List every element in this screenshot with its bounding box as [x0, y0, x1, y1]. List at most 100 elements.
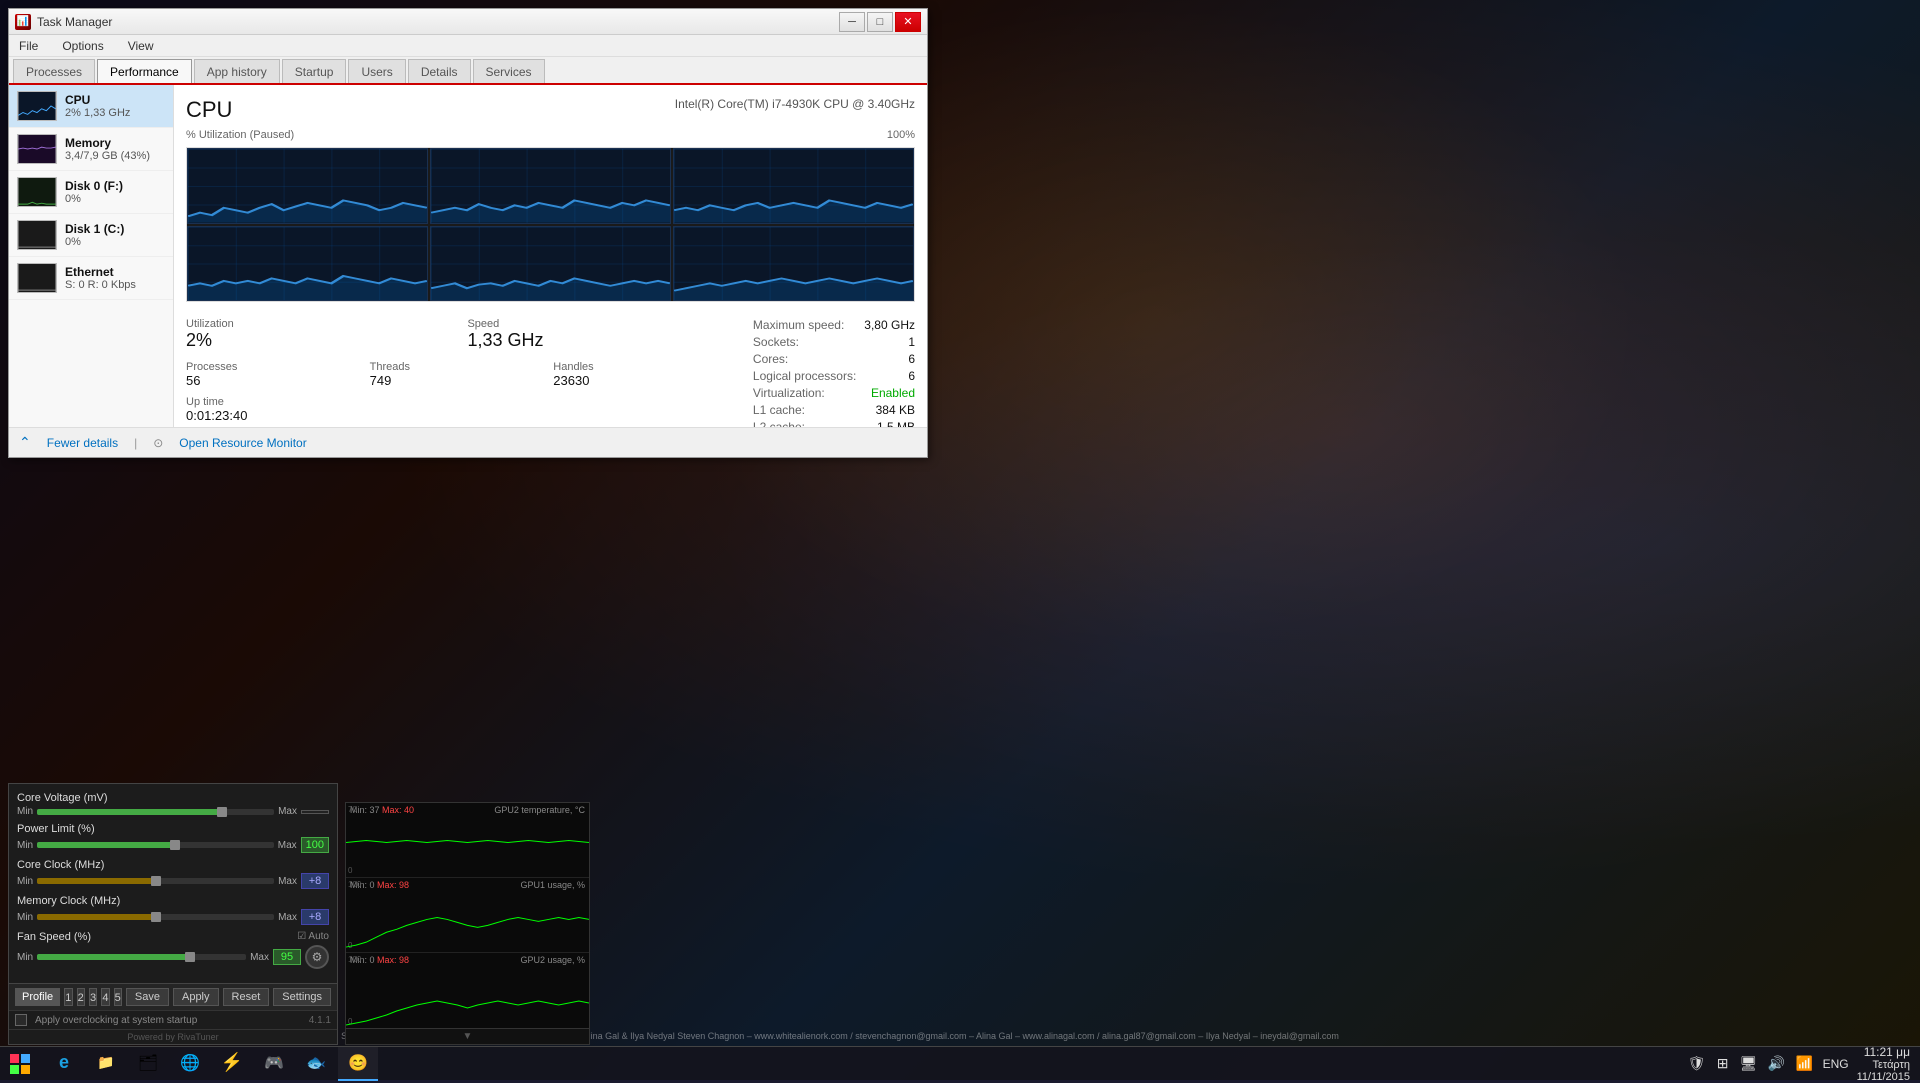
core-voltage-thumb[interactable]: [217, 807, 227, 817]
maximize-button[interactable]: □: [867, 12, 893, 32]
tab-details[interactable]: Details: [408, 59, 471, 83]
disk0-label: Disk 0 (F:): [65, 179, 165, 193]
monitor-scrollbar[interactable]: ▼: [346, 1028, 589, 1044]
core-clock-row: Core Clock (MHz) Min Max +8: [17, 859, 329, 889]
profile-3[interactable]: 3: [89, 988, 97, 1006]
tab-performance[interactable]: Performance: [97, 59, 192, 83]
gpu1-usage-graph: GPU1 usage, % Min: 0 Max: 98 100 0: [346, 878, 589, 953]
profile-4[interactable]: 4: [101, 988, 109, 1006]
task-manager-window: 📊 Task Manager ─ □ ✕ File Options View P…: [8, 8, 928, 458]
cpu-header: CPU Intel(R) Core(TM) i7-4930K CPU @ 3.4…: [186, 97, 915, 123]
sidebar: CPU 2% 1,33 GHz Memory 3,4/7,9 GB (43%): [9, 85, 174, 427]
cpu-graphs: [186, 147, 915, 302]
taskbar-clock[interactable]: 11:21 μμ Τετάρτη 11/11/2015: [1857, 1045, 1910, 1083]
logical-label: Logical processors:: [753, 369, 856, 383]
sidebar-item-disk0[interactable]: Disk 0 (F:) 0%: [9, 171, 173, 214]
start-button[interactable]: [0, 1047, 40, 1081]
cpu-graph-core3: [673, 148, 914, 224]
ethernet-mini-graph: [17, 263, 57, 293]
l1-row: L1 cache: 384 KB: [753, 403, 915, 417]
tray-network-status[interactable]: 📶: [1795, 1054, 1815, 1074]
fan-speed-thumb[interactable]: [185, 952, 195, 962]
powered-by: Powered by RivaTuner: [9, 1029, 337, 1044]
fewer-details-link[interactable]: Fewer details: [47, 436, 118, 450]
taskbar-chrome[interactable]: 🌐: [170, 1047, 210, 1081]
language-indicator[interactable]: ENG: [1823, 1057, 1849, 1071]
power-limit-row: Power Limit (%) Min Max 100: [17, 823, 329, 853]
menu-view[interactable]: View: [124, 38, 158, 54]
sockets-value: 1: [908, 335, 915, 349]
taskbar-lightning[interactable]: ⚡: [212, 1047, 252, 1081]
taskbar-network[interactable]: 🎮: [254, 1047, 294, 1081]
disk1-label: Disk 1 (C:): [65, 222, 165, 236]
tab-processes[interactable]: Processes: [13, 59, 95, 83]
disk1-info: Disk 1 (C:) 0%: [65, 222, 165, 248]
startup-checkbox[interactable]: [15, 1014, 27, 1026]
l1-value: 384 KB: [876, 403, 915, 417]
taskbar-game[interactable]: 🐟: [296, 1047, 336, 1081]
fan-speed-bar[interactable]: [37, 954, 246, 960]
tab-startup[interactable]: Startup: [282, 59, 347, 83]
profile-2[interactable]: 2: [77, 988, 85, 1006]
threads-value: 749: [370, 373, 550, 388]
power-limit-thumb[interactable]: [170, 840, 180, 850]
tray-monitor[interactable]: 🖥: [1739, 1054, 1759, 1074]
sidebar-item-ethernet[interactable]: Ethernet S: 0 R: 0 Kbps: [9, 257, 173, 300]
core-clock-fill: [37, 878, 160, 884]
handles-value: 23630: [553, 373, 733, 388]
tray-windows[interactable]: ⊞: [1713, 1054, 1733, 1074]
taskbar-app8[interactable]: 😊: [338, 1047, 378, 1081]
sidebar-item-disk1[interactable]: Disk 1 (C:) 0%: [9, 214, 173, 257]
memory-clock-thumb[interactable]: [151, 912, 161, 922]
memory-clock-bar[interactable]: [37, 914, 274, 920]
core-clock-bar[interactable]: [37, 878, 274, 884]
l2-row: L2 cache: 1,5 MB: [753, 420, 915, 427]
max-speed-label: Maximum speed:: [753, 318, 844, 332]
memory-clock-max: Max: [278, 912, 297, 923]
tray-sound[interactable]: 🔊: [1767, 1054, 1787, 1074]
taskbar-ie[interactable]: e: [44, 1047, 84, 1081]
core-voltage-value: [301, 810, 329, 814]
tray-antivirus[interactable]: 🛡: [1687, 1054, 1707, 1074]
tab-users[interactable]: Users: [348, 59, 405, 83]
power-limit-bar[interactable]: [37, 842, 274, 848]
core-clock-thumb[interactable]: [151, 876, 161, 886]
virtualization-value: Enabled: [871, 386, 915, 400]
lightning-icon: ⚡: [220, 1051, 244, 1075]
close-button[interactable]: ✕: [895, 12, 921, 32]
handles-label: Handles: [553, 361, 733, 373]
sidebar-item-cpu[interactable]: CPU 2% 1,33 GHz: [9, 85, 173, 128]
cpu-value: 2% 1,33 GHz: [65, 107, 165, 119]
taskbar-right: 🛡 ⊞ 🖥 🔊 📶 ENG 11:21 μμ Τετάρτη 11/11/201…: [1677, 1045, 1920, 1083]
minimize-button[interactable]: ─: [839, 12, 865, 32]
processes-stat: Processes 56: [186, 361, 366, 388]
l1-label: L1 cache:: [753, 403, 805, 417]
profile-1[interactable]: 1: [64, 988, 72, 1006]
resource-monitor-link[interactable]: Open Resource Monitor: [179, 436, 306, 450]
profile-5[interactable]: 5: [114, 988, 122, 1006]
sidebar-item-memory[interactable]: Memory 3,4/7,9 GB (43%): [9, 128, 173, 171]
menu-file[interactable]: File: [15, 38, 42, 54]
uptime-label: Up time: [186, 396, 733, 408]
clock-time: 11:21 μμ: [1857, 1045, 1910, 1059]
profile-label[interactable]: Profile: [15, 988, 60, 1006]
logo-q3: [10, 1065, 19, 1074]
tab-services[interactable]: Services: [473, 59, 545, 83]
taskbar-folder[interactable]: 🗂: [128, 1047, 168, 1081]
settings-button[interactable]: Settings: [273, 988, 331, 1006]
save-button[interactable]: Save: [126, 988, 169, 1006]
core-voltage-label: Core Voltage (mV): [17, 792, 329, 804]
max-speed-row: Maximum speed: 3,80 GHz: [753, 318, 915, 332]
tab-app-history[interactable]: App history: [194, 59, 280, 83]
core-clock-label: Core Clock (MHz): [17, 859, 329, 871]
reset-button[interactable]: Reset: [223, 988, 270, 1006]
cpu-graph-core5: [430, 226, 671, 302]
core-voltage-bar[interactable]: [37, 809, 274, 815]
apply-button[interactable]: Apply: [173, 988, 219, 1006]
cores-value: 6: [908, 352, 915, 366]
core-clock-max: Max: [278, 876, 297, 887]
menu-options[interactable]: Options: [58, 38, 107, 54]
power-limit-max: Max: [278, 840, 297, 851]
taskbar-explorer[interactable]: 📁: [86, 1047, 126, 1081]
cpu-stats-right: Maximum speed: 3,80 GHz Sockets: 1 Cores…: [733, 318, 915, 427]
